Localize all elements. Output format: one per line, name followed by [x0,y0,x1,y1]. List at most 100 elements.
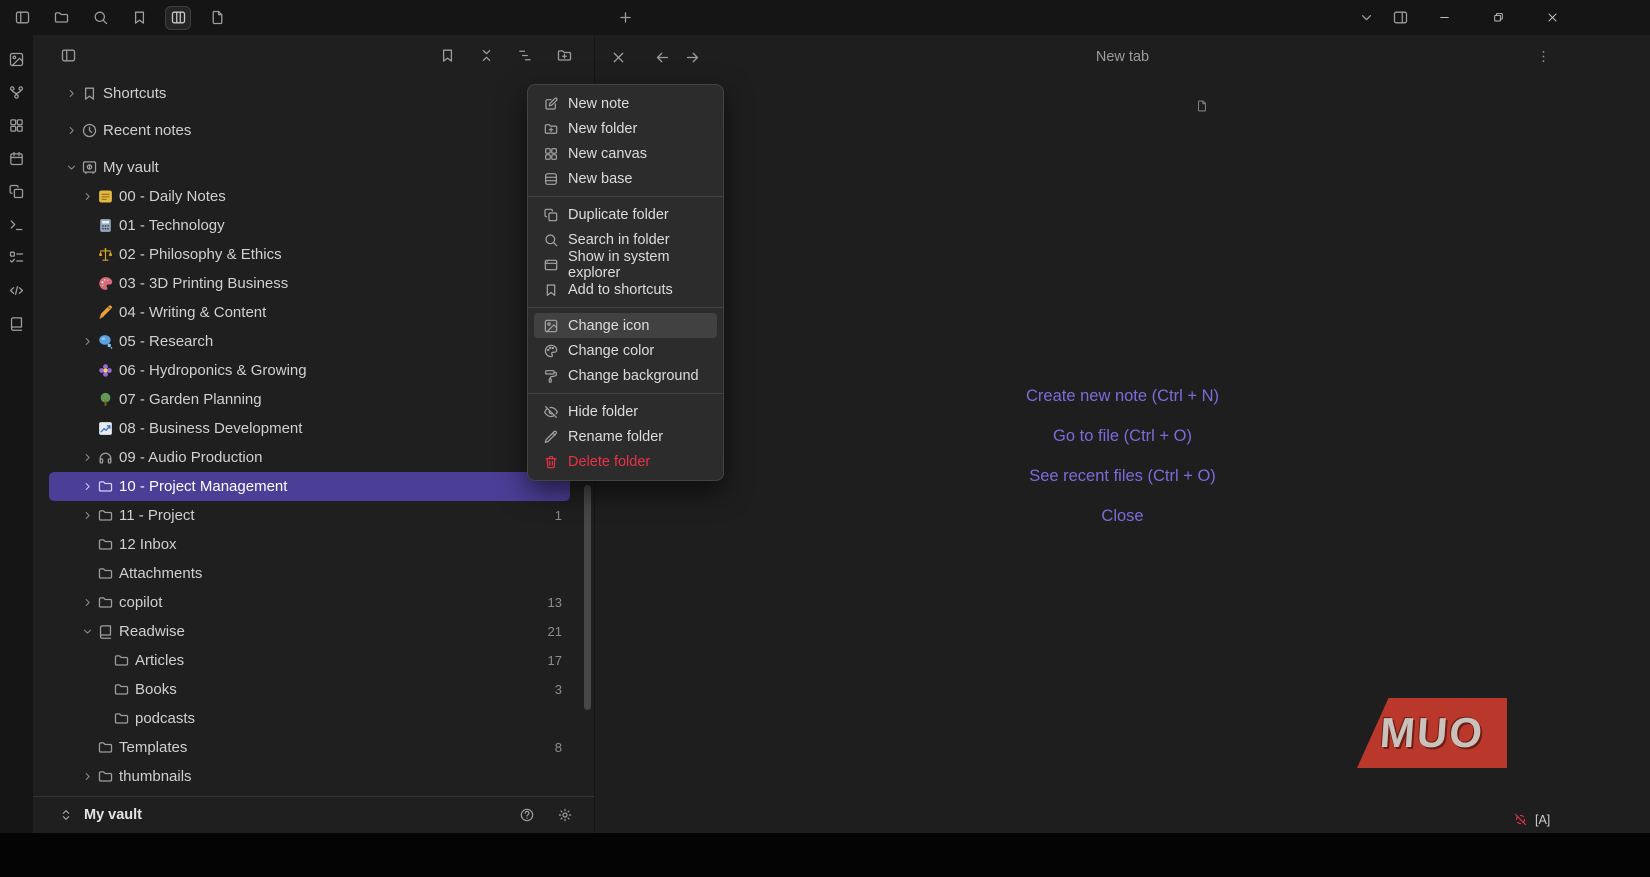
more-vertical-icon [1542,50,1544,62]
tree-item-03-3d-printing-business[interactable]: 03 - 3D Printing Business [49,269,570,298]
tree-item-articles[interactable]: Articles 17 [49,646,570,675]
menu-item-new-base[interactable]: New base [534,166,717,191]
tree-item-readwise[interactable]: Readwise 21 [49,617,570,646]
menu-item-duplicate-folder[interactable]: Duplicate folder [534,202,717,227]
tree-item-00-daily-notes[interactable]: 00 - Daily Notes [49,182,570,211]
chevron-right-icon[interactable] [65,123,81,139]
x-icon [613,52,623,62]
ribbon-book-button[interactable] [5,312,29,335]
chevron-right-icon[interactable] [81,479,97,495]
ribbon-git-graph-button[interactable] [5,81,29,104]
chevron-right-icon[interactable] [81,189,97,205]
folder-plus-button[interactable] [551,43,577,67]
new-tab-button[interactable] [612,5,638,29]
chevron-down-icon[interactable] [65,160,81,176]
list-tree-button[interactable] [512,43,538,67]
menu-item-change-color[interactable]: Change color [534,338,717,363]
file-button[interactable] [204,6,230,30]
trash-icon [545,455,557,468]
tree-item-07-garden-planning[interactable]: 07 - Garden Planning [49,385,570,414]
tree-item-09-audio-production[interactable]: 09 - Audio Production [49,443,570,472]
bookmark-button[interactable] [434,43,460,67]
settings-button[interactable] [552,803,578,827]
empty-state-link-create-new-note-ctrl-n[interactable]: Create new note (Ctrl + N) [1026,387,1219,406]
collapse-all-button[interactable] [473,43,499,67]
status-bar: [A] [1513,812,1550,827]
chevron-right-icon[interactable] [81,769,97,785]
close-tab-button[interactable] [605,45,631,69]
ribbon-terminal-button[interactable] [5,213,29,236]
left-sidebar: Shortcuts Recent notes My vault 00 - Daily … [33,35,595,833]
tree-item-copilot[interactable]: copilot 13 [49,588,570,617]
ribbon-layout-grid-button[interactable] [5,114,29,137]
ribbon-image-button[interactable] [5,48,29,71]
tree-item-06-hydroponics-growing[interactable]: 06 - Hydroponics & Growing [49,356,570,385]
chevron-right-icon[interactable] [81,450,97,466]
empty-state-link-see-recent-files-ctrl-o[interactable]: See recent files (Ctrl + O) [1029,467,1216,486]
stacked-panels-button[interactable] [165,5,191,30]
menu-item-hide-folder[interactable]: Hide folder [534,399,717,424]
menu-item-new-note[interactable]: New note [534,91,717,116]
tree-item-label: podcasts [135,710,196,727]
back-button[interactable] [649,45,675,69]
tree-item-02-philosophy-ethics[interactable]: 02 - Philosophy & Ethics [49,240,570,269]
close-button[interactable] [1529,0,1575,35]
minimize-button[interactable] [1421,0,1467,35]
menu-item-new-canvas[interactable]: New canvas [534,141,717,166]
ribbon-calendar-button[interactable] [5,147,29,170]
tree-item-templates[interactable]: Templates 8 [49,733,570,762]
tree-item-04-writing-content[interactable]: 04 - Writing & Content [49,298,570,327]
tree-item-label: Attachments [119,565,203,582]
empty-state-link-go-to-file-ctrl-o[interactable]: Go to file (Ctrl + O) [1053,427,1192,446]
menu-item-change-background[interactable]: Change background [534,363,717,388]
chevron-right-icon[interactable] [81,334,97,350]
menu-item-show-in-system-explorer[interactable]: Show in system explorer [534,249,717,281]
tree-item-08-business-development[interactable]: 08 - Business Development [49,414,570,443]
empty-state-link-close[interactable]: Close [1101,507,1143,526]
menu-item-change-icon[interactable]: Change icon [534,313,717,338]
sidebar-scrollbar[interactable] [584,485,591,710]
chevron-right-icon[interactable] [81,508,97,524]
panel-right-button[interactable] [1387,6,1413,30]
chevron-right-icon[interactable] [81,595,97,611]
bookmark-icon [442,49,452,62]
ribbon-list-todo-button[interactable] [5,246,29,269]
sync-off-icon[interactable] [1513,812,1528,827]
layout-grid-icon [10,119,23,132]
tree-item-05-research[interactable]: 05 - Research [49,327,570,356]
menu-item-new-folder[interactable]: New folder [534,116,717,141]
more-options-button[interactable] [1530,44,1556,68]
search-button[interactable] [87,6,113,30]
vault-switcher[interactable]: My vault [33,796,594,833]
bookmark-button[interactable] [126,6,152,30]
toggle-sidebar-button[interactable] [55,43,81,67]
restore-button[interactable] [1475,0,1521,35]
chevron-right-icon[interactable] [65,86,81,102]
tree-item-books[interactable]: Books 3 [49,675,570,704]
tree-item-icon [97,420,119,437]
tree-item-thumbnails[interactable]: thumbnails [49,762,570,791]
tree-item-attachments[interactable]: Attachments [49,559,570,588]
menu-item-delete-folder[interactable]: Delete folder [534,449,717,474]
forward-button[interactable] [679,45,705,69]
chevron-down-icon[interactable] [81,624,97,640]
tree-item-my-vault[interactable]: My vault [49,153,570,182]
panel-left-button[interactable] [9,6,35,30]
tree-item-01-technology[interactable]: 01 - Technology [49,211,570,240]
chevron-down-button[interactable] [1353,6,1379,30]
tree-item-recent-notes[interactable]: Recent notes [49,116,570,145]
tree-item-10-project-management[interactable]: 10 - Project Management [49,472,570,501]
menu-item-rename-folder[interactable]: Rename folder [534,424,717,449]
ribbon-copy-button[interactable] [5,180,29,203]
tab-title: New tab [1095,49,1150,65]
tree-item-podcasts[interactable]: podcasts [49,704,570,733]
menu-item-add-to-shortcuts[interactable]: Add to shortcuts [534,277,717,302]
tree-item-shortcuts[interactable]: Shortcuts [49,79,570,108]
ribbon-code-chevrons-button[interactable] [5,279,29,302]
tree-item-11-project[interactable]: 11 - Project 1 [49,501,570,530]
menu-item-label: Search in folder [568,231,670,248]
tree-item-12-inbox[interactable]: 12 Inbox [49,530,570,559]
folder-button[interactable] [48,6,74,30]
help-button[interactable] [514,803,540,827]
